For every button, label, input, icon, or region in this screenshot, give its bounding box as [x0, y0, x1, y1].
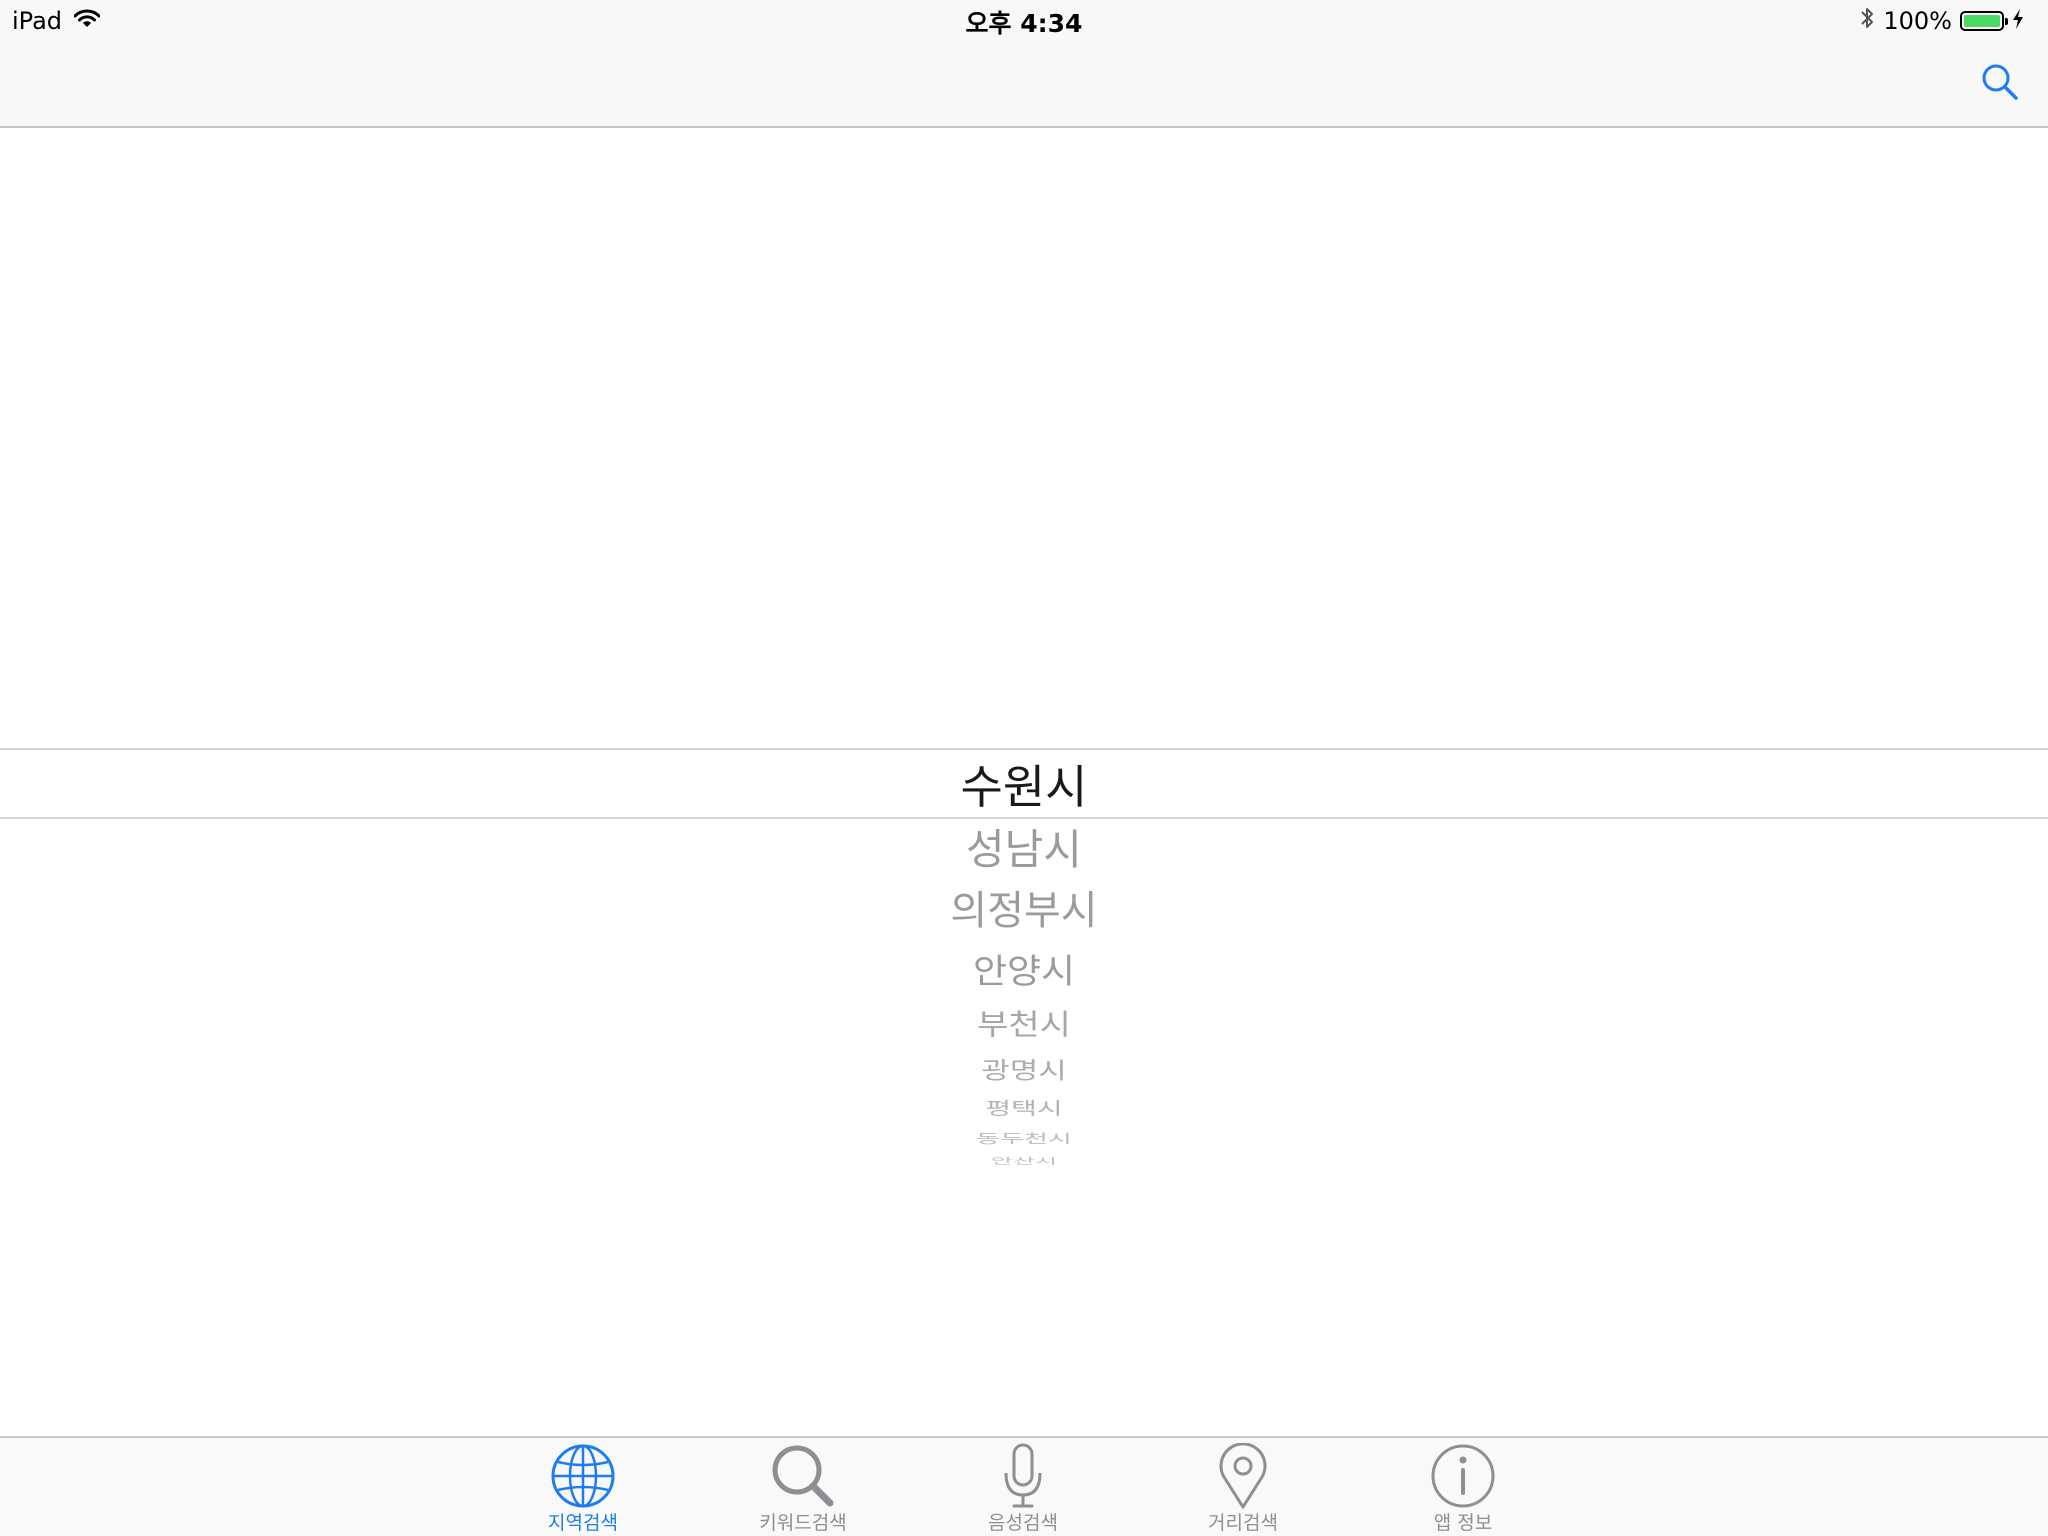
tab-app-info[interactable]: 앱 정보	[1363, 1438, 1563, 1536]
picker-row[interactable]: 안산시	[0, 1157, 2048, 1166]
tab-label: 지역검색	[548, 1512, 618, 1534]
tab-label: 음성검색	[988, 1512, 1058, 1534]
picker-row[interactable]: 의정부시	[0, 885, 2048, 937]
picker-selected-item[interactable]: 수원시	[0, 750, 2048, 818]
battery-icon	[1960, 11, 2008, 31]
tab-region-search[interactable]: 지역검색	[483, 1438, 683, 1536]
picker-row[interactable]: 성남시	[0, 822, 2048, 878]
tab-voice-search[interactable]: 음성검색	[923, 1438, 1123, 1536]
tab-keyword-search[interactable]: 키워드검색	[703, 1438, 903, 1536]
picker-row[interactable]: 광명시	[0, 1058, 2048, 1085]
tab-distance-search[interactable]: 거리검색	[1143, 1438, 1343, 1536]
search-icon[interactable]	[1978, 60, 2022, 104]
battery-percent: 100%	[1883, 7, 1952, 35]
picker-row[interactable]: 평택시	[0, 1099, 2048, 1119]
magnifier-icon	[703, 1442, 903, 1510]
picker-row[interactable]: 안양시	[0, 950, 2048, 994]
tab-label: 앱 정보	[1433, 1512, 1493, 1534]
microphone-icon	[923, 1442, 1123, 1510]
globe-icon	[483, 1442, 683, 1510]
info-icon	[1363, 1442, 1563, 1510]
charging-bolt-icon	[2012, 7, 2024, 35]
picker-row[interactable]: 부천시	[0, 1007, 2048, 1043]
tab-label: 거리검색	[1208, 1512, 1278, 1534]
screen: iPad 오후 4:34 100% 수원시 성남시 의정부시 안양시 부천시 광…	[0, 0, 2048, 1536]
tab-label: 키워드검색	[759, 1512, 847, 1534]
status-time: 오후 4:34	[965, 9, 1083, 38]
top-bar: iPad 오후 4:34 100%	[0, 0, 2048, 128]
battery-cap	[2005, 18, 2008, 25]
picker-bottom-line	[0, 817, 2048, 819]
tab-bar: 지역검색 키워드검색 음성검색 거리검색 앱 정보	[0, 1436, 2048, 1536]
bluetooth-icon	[1859, 5, 1875, 37]
picker-row[interactable]: 동두천시	[0, 1133, 2048, 1145]
status-bar-right: 100%	[1859, 6, 2024, 36]
location-pin-icon	[1143, 1442, 1343, 1510]
battery-level	[1964, 15, 2000, 27]
